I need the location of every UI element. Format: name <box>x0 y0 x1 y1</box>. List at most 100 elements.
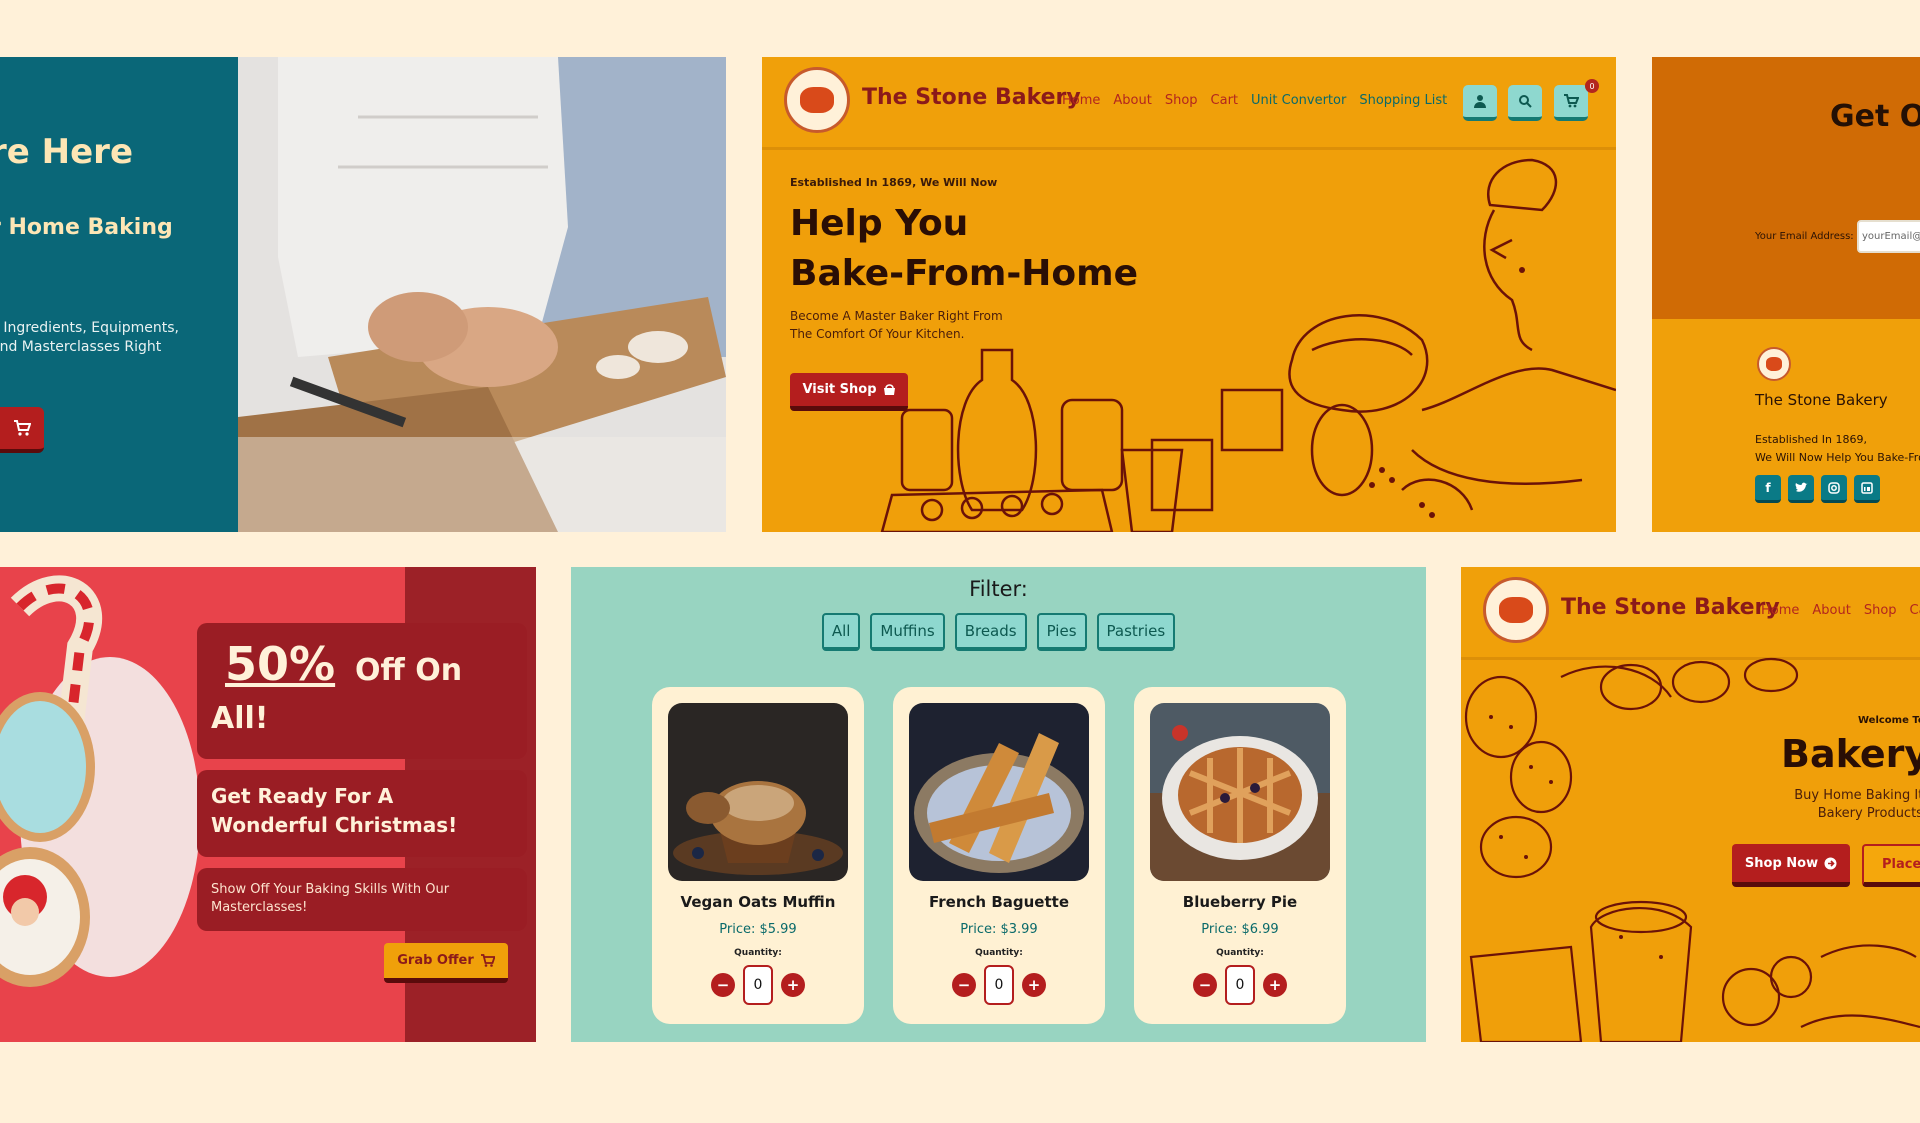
user-icon <box>1474 95 1486 108</box>
place-order-label: Place <box>1882 856 1920 872</box>
footer-est-line: We Will Now Help You Bake-From <box>1755 451 1920 464</box>
welcome-desc-line: Bakery Products Right Fro <box>1817 806 1920 821</box>
cart-icon <box>1564 94 1579 108</box>
welcome-label: Welcome To <box>1858 715 1920 726</box>
promo-description: g Ingredients, Equipments, And Mastercla… <box>0 319 190 357</box>
account-button[interactable] <box>1463 85 1497 121</box>
minus-icon: − <box>1198 976 1212 994</box>
nav-shopping-list[interactable]: Shopping List <box>1359 93 1447 108</box>
product-filter-card: Filter: All Muffins Breads Pies Pastries… <box>571 567 1426 1042</box>
nav-shop[interactable]: Shop <box>1864 603 1897 618</box>
welcome-headline: Bakery S <box>1781 732 1920 776</box>
kneading-dough-photo <box>238 57 726 532</box>
stone-bakery-logo[interactable] <box>1483 577 1549 643</box>
nav-links: Home About Shop Ca <box>1761 603 1920 618</box>
filter-pastries[interactable]: Pastries <box>1096 613 1176 651</box>
place-order-button[interactable]: Place <box>1862 844 1920 887</box>
navbar: The Stone Bakery Home About Shop Cart Un… <box>762 57 1616 150</box>
grab-offer-button[interactable]: Grab Offer <box>384 943 508 983</box>
product-name: Vegan Oats Muffin <box>680 893 836 911</box>
headline-box: Get Ready For A Wonderful Christmas! <box>197 770 527 857</box>
nav-cart[interactable]: Cart <box>1211 93 1239 108</box>
increase-button[interactable]: + <box>1022 973 1046 997</box>
quantity-stepper: − 0 + <box>652 965 864 1005</box>
search-icon <box>1519 95 1532 108</box>
product-price: Price: $5.99 <box>719 922 797 937</box>
linkedin-icon <box>1861 481 1873 494</box>
plus-icon: + <box>1268 976 1282 994</box>
product-card: Vegan Oats Muffin Price: $5.99 Quantity:… <box>652 687 864 1024</box>
twitter-link[interactable] <box>1788 475 1814 503</box>
description-box: Show Off Your Baking Skills With Our Mas… <box>197 868 527 931</box>
christmas-headline: Get Ready For A Wonderful Christmas! <box>211 784 458 837</box>
increase-button[interactable]: + <box>781 973 805 997</box>
cart-plus-icon <box>480 954 495 967</box>
nav-home[interactable]: Home <box>1062 93 1100 108</box>
shop-bag-icon <box>883 383 895 395</box>
quantity-label: Quantity: <box>975 948 1023 958</box>
hero-headline-line: Bake-From-Home <box>790 253 1139 294</box>
filter-title: Filter: <box>969 577 1028 601</box>
christmas-offer-card: 50% Off On All! Get Ready For A Wonderfu… <box>0 567 536 1042</box>
quantity-input[interactable]: 0 <box>743 965 773 1005</box>
decrease-button[interactable]: − <box>711 973 735 997</box>
twitter-icon <box>1795 482 1807 492</box>
footer-logo <box>1757 347 1791 381</box>
quantity-input[interactable]: 0 <box>984 965 1014 1005</box>
bakery-welcome-card: The Stone Bakery Home About Shop Ca <box>1461 567 1920 1042</box>
welcome-description: Buy Home Baking Items, Mas Bakery Produc… <box>1745 787 1920 823</box>
search-button[interactable] <box>1508 85 1542 121</box>
minus-icon: − <box>957 976 971 994</box>
footer-est-line: Established In 1869, <box>1755 433 1867 446</box>
quantity-label: Quantity: <box>1216 948 1264 958</box>
shop-now-button[interactable]: Shop Now <box>1732 844 1850 887</box>
newsletter-section <box>1652 57 1920 319</box>
facebook-icon: f <box>1765 480 1771 495</box>
nav-about[interactable]: About <box>1812 603 1850 618</box>
facebook-link[interactable]: f <box>1755 475 1781 503</box>
email-input[interactable]: yourEmail@d <box>1857 220 1920 253</box>
linkedin-link[interactable] <box>1854 475 1880 503</box>
filter-muffins[interactable]: Muffins <box>870 613 945 651</box>
brand-name[interactable]: The Stone Bakery <box>1561 595 1780 620</box>
nav-unit-convertor[interactable]: Unit Convertor <box>1251 93 1346 108</box>
instagram-link[interactable] <box>1821 475 1847 503</box>
filter-breads[interactable]: Breads <box>954 613 1027 651</box>
product-card: Blueberry Pie Price: $6.99 Quantity: − 0… <box>1134 687 1346 1024</box>
stone-bakery-logo[interactable] <box>784 67 850 133</box>
footer-brand: The Stone Bakery <box>1755 391 1888 409</box>
filter-all[interactable]: All <box>821 613 861 651</box>
discount-box: 50% Off On All! <box>197 623 527 759</box>
quantity-input[interactable]: 0 <box>1225 965 1255 1005</box>
quantity-label: Quantity: <box>734 948 782 958</box>
decrease-button[interactable]: − <box>1193 973 1217 997</box>
quantity-stepper: − 0 + <box>893 965 1105 1005</box>
promo-desc-line: And Masterclasses Right <box>0 339 162 355</box>
filter-pies[interactable]: Pies <box>1036 613 1087 651</box>
product-image <box>1150 703 1330 881</box>
hero-desc-line: The Comfort Of Your Kitchen. <box>790 327 965 341</box>
promo-title: re Here <box>0 132 134 172</box>
cart-button[interactable] <box>1554 85 1588 121</box>
discount-percent: 50% <box>225 637 336 691</box>
christmas-description: Show Off Your Baking Skills With Our Mas… <box>211 882 450 915</box>
grab-offer-label: Grab Offer <box>397 953 474 968</box>
nav-home[interactable]: Home <box>1761 603 1799 618</box>
product-price: Price: $3.99 <box>960 922 1038 937</box>
visit-shop-button[interactable]: Visit Shop <box>790 373 908 411</box>
decrease-button[interactable]: − <box>952 973 976 997</box>
quantity-stepper: − 0 + <box>1134 965 1346 1005</box>
nav-shop[interactable]: Shop <box>1165 93 1198 108</box>
filter-chips: All Muffins Breads Pies Pastries <box>571 613 1426 651</box>
product-card: French Baguette Price: $3.99 Quantity: −… <box>893 687 1105 1024</box>
shop-cart-button[interactable] <box>0 407 44 453</box>
nav-cart[interactable]: Ca <box>1910 603 1920 618</box>
promo-subtitle: r Home Baking <box>0 215 173 240</box>
discount-all: All! <box>211 701 269 736</box>
brand-name[interactable]: The Stone Bakery <box>862 85 1081 110</box>
newsletter-footer-card: Get Ou Your Email Address: yourEmail@d T… <box>1652 57 1920 532</box>
discount-off-on: Off On <box>355 653 463 688</box>
email-label: Your Email Address: <box>1755 231 1854 242</box>
increase-button[interactable]: + <box>1263 973 1287 997</box>
nav-about[interactable]: About <box>1113 93 1151 108</box>
